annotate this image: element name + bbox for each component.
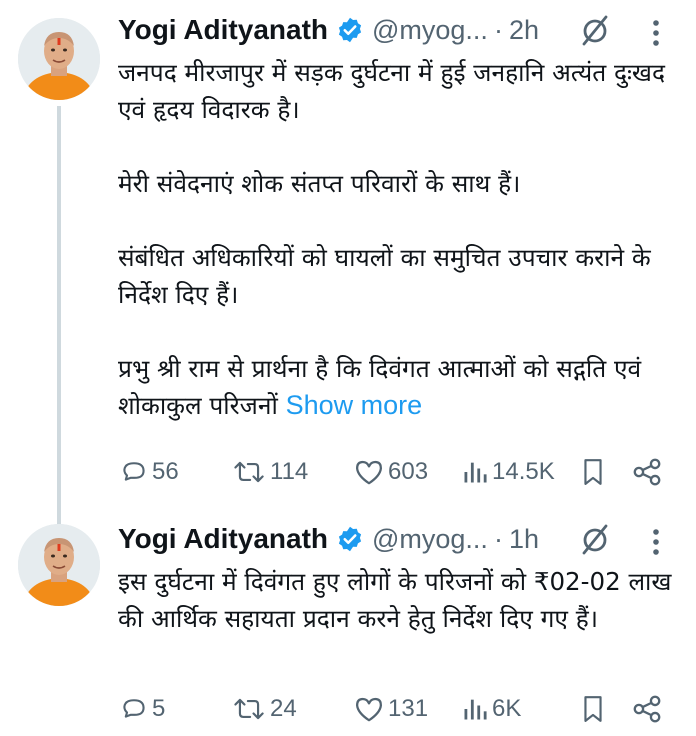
- more-options-icon[interactable]: [652, 528, 660, 556]
- like-count: 603: [388, 458, 429, 485]
- verified-badge-icon: [338, 17, 362, 43]
- share-button[interactable]: [632, 452, 662, 492]
- reply-icon: [123, 699, 145, 718]
- repost-button[interactable]: 114: [232, 452, 308, 492]
- tweet[interactable]: Yogi Adityanath @myog... · 2h जनपद मीरजा…: [0, 0, 696, 526]
- views-icon: [464, 462, 487, 483]
- like-button[interactable]: 131: [354, 689, 428, 729]
- reply-count: 56: [152, 458, 179, 485]
- repost-icon: [234, 698, 264, 720]
- avatar[interactable]: [18, 524, 100, 606]
- mute-icon[interactable]: [579, 523, 611, 555]
- views-button[interactable]: 14.5K: [462, 452, 555, 492]
- tweet-text: इस दुर्घटना में दिवंगत हुए लोगों के परिज…: [118, 563, 678, 637]
- tweet-time[interactable]: 2h: [509, 15, 539, 46]
- repost-button[interactable]: 24: [232, 689, 297, 729]
- reply-count: 5: [152, 695, 166, 722]
- repost-count: 114: [270, 458, 309, 485]
- tweet-body: इस दुर्घटना में दिवंगत हुए लोगों के परिज…: [118, 567, 672, 633]
- verified-badge-icon: [338, 526, 362, 552]
- share-icon: [633, 458, 661, 486]
- bookmark-icon: [584, 459, 602, 485]
- tweet-text: जनपद मीरजापुर में सड़क दुर्घटना में हुई …: [118, 54, 678, 424]
- bookmark-icon: [584, 696, 602, 722]
- mute-icon[interactable]: [579, 14, 611, 46]
- author-name[interactable]: Yogi Adityanath: [118, 14, 328, 46]
- tweet-body: जनपद मीरजापुर में सड़क दुर्घटना में हुई …: [118, 58, 665, 420]
- views-count: 14.5K: [492, 458, 555, 485]
- author-handle[interactable]: @myog...: [372, 15, 488, 46]
- tweet-time[interactable]: 1h: [509, 524, 539, 555]
- share-button[interactable]: [632, 689, 662, 729]
- reply-icon: [123, 462, 145, 481]
- tweet-header: Yogi Adityanath @myog... · 1h: [118, 521, 539, 557]
- views-button[interactable]: 6K: [462, 689, 521, 729]
- avatar[interactable]: [18, 18, 100, 100]
- repost-count: 24: [270, 695, 297, 722]
- tweet-actions: 56 114 603 14.5K: [0, 452, 696, 492]
- author-name[interactable]: Yogi Adityanath: [118, 523, 328, 555]
- reply-button[interactable]: 5: [120, 689, 165, 729]
- bookmark-button[interactable]: [582, 689, 604, 729]
- more-options-icon[interactable]: [652, 19, 660, 47]
- views-count: 6K: [492, 695, 522, 722]
- tweet[interactable]: Yogi Adityanath @myog... · 1h इस दुर्घटन…: [0, 515, 696, 736]
- tweet-header: Yogi Adityanath @myog... · 2h: [118, 12, 539, 48]
- author-handle[interactable]: @myog...: [372, 524, 488, 555]
- separator-dot: ·: [493, 14, 503, 45]
- views-icon: [464, 699, 487, 720]
- like-icon: [356, 460, 382, 485]
- like-count: 131: [388, 695, 429, 722]
- like-icon: [356, 697, 382, 722]
- reply-button[interactable]: 56: [120, 452, 179, 492]
- repost-icon: [234, 461, 264, 483]
- separator-dot: ·: [493, 523, 503, 554]
- show-more-link[interactable]: Show more: [286, 390, 423, 420]
- like-button[interactable]: 603: [354, 452, 428, 492]
- bookmark-button[interactable]: [582, 452, 604, 492]
- tweet-actions: 5 24 131 6K: [0, 689, 696, 729]
- share-icon: [633, 695, 661, 723]
